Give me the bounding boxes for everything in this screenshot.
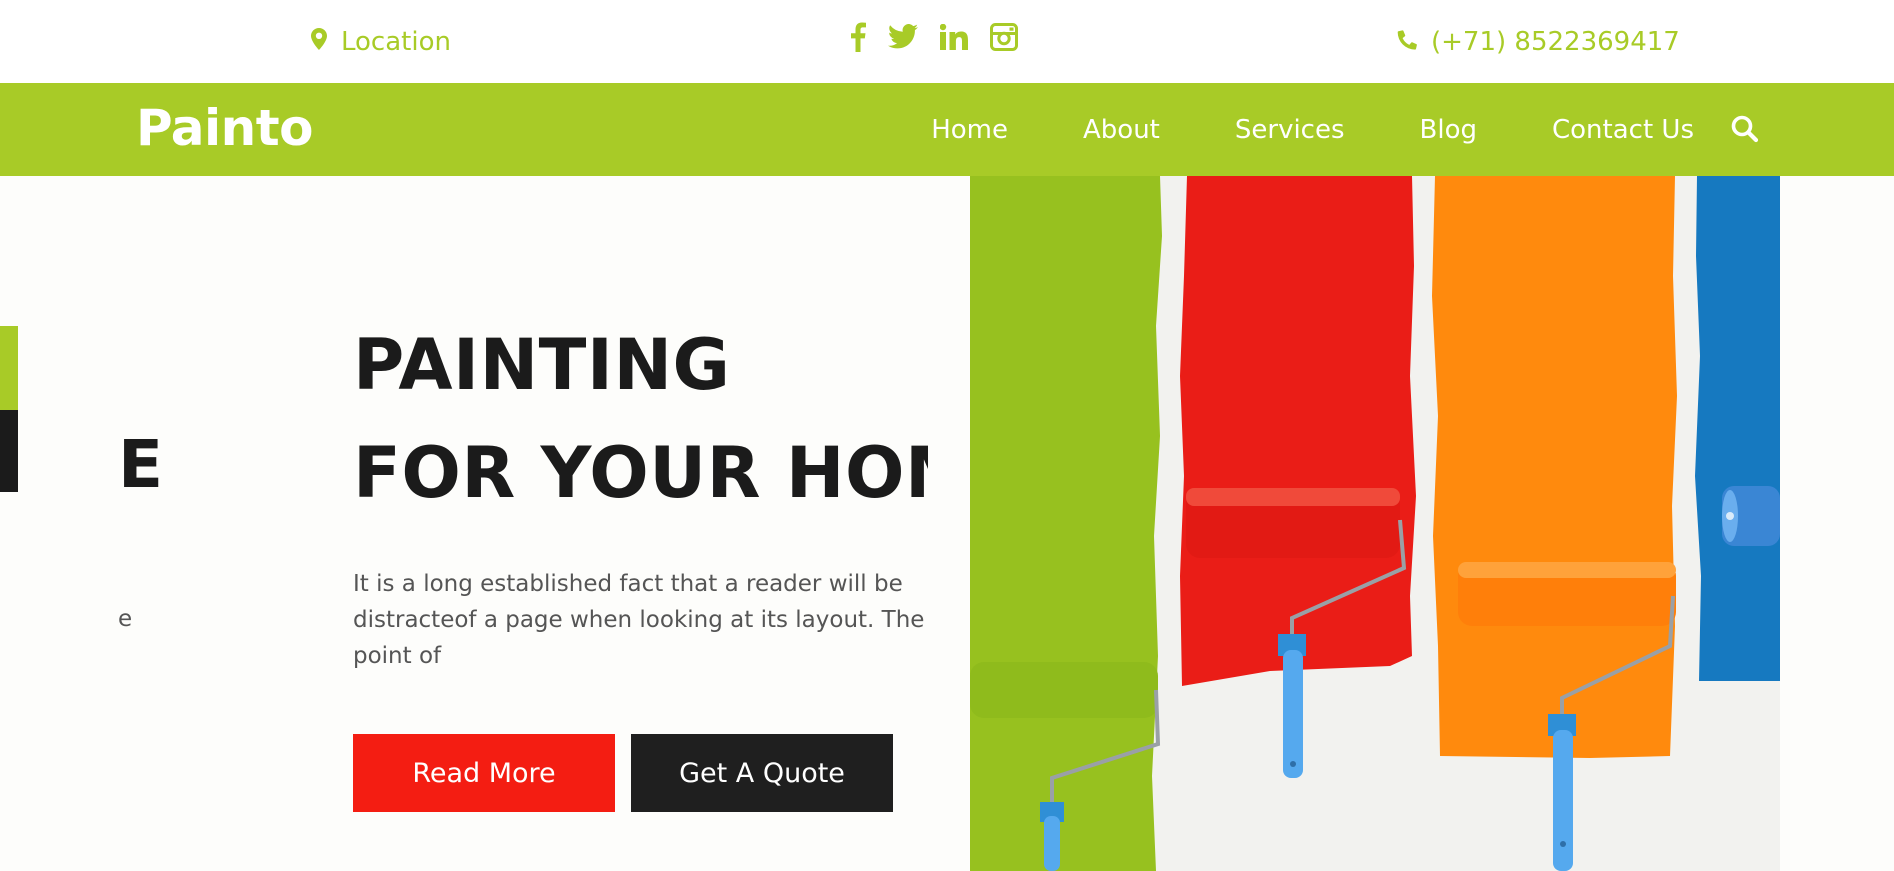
slider-indicator[interactable] xyxy=(0,410,18,492)
phone-number: (+71) 8522369417 xyxy=(1431,27,1680,57)
hero-heading-line-2: FOR YOUR HOME xyxy=(353,432,928,514)
phone-link[interactable]: (+71) 8522369417 xyxy=(1397,27,1680,57)
top-info-bar: Location (+71) 8522369417 xyxy=(0,0,1894,83)
social-links xyxy=(850,22,1018,52)
get-a-quote-button[interactable]: Get A Quote xyxy=(631,734,893,812)
previous-slide-text-fragment: e xyxy=(118,606,133,632)
main-nav: Home About Services Blog Contact Us xyxy=(931,83,1694,176)
twitter-icon[interactable] xyxy=(888,24,918,50)
nav-item-contact-us[interactable]: Contact Us xyxy=(1552,115,1694,145)
hero-image-paint-rollers xyxy=(970,176,1780,871)
hero-heading-line-1: PAINTING xyxy=(353,324,731,406)
main-navbar: Painto Home About Services Blog Contact … xyxy=(0,83,1894,176)
location-link[interactable]: Location xyxy=(311,27,451,57)
facebook-icon[interactable] xyxy=(850,22,866,52)
nav-item-services[interactable]: Services xyxy=(1235,115,1345,145)
location-label: Location xyxy=(341,27,451,57)
previous-slide-heading-fragment: E xyxy=(118,426,164,503)
hero-description: It is a long established fact that a rea… xyxy=(353,571,925,669)
phone-icon xyxy=(1397,27,1417,57)
slider-indicator-active[interactable] xyxy=(0,326,18,410)
read-more-button[interactable]: Read More xyxy=(353,734,615,812)
search-icon[interactable] xyxy=(1730,114,1760,144)
page-right-margin xyxy=(1780,176,1894,871)
nav-item-blog[interactable]: Blog xyxy=(1420,115,1477,145)
map-pin-icon xyxy=(311,27,327,57)
linkedin-icon[interactable] xyxy=(940,24,968,50)
instagram-icon[interactable] xyxy=(990,23,1018,51)
site-logo[interactable]: Painto xyxy=(136,101,314,156)
nav-item-home[interactable]: Home xyxy=(931,115,1008,145)
hero-section: E e PAINTING FOR YOUR HOME It is a long … xyxy=(0,176,970,871)
nav-item-about[interactable]: About xyxy=(1083,115,1160,145)
